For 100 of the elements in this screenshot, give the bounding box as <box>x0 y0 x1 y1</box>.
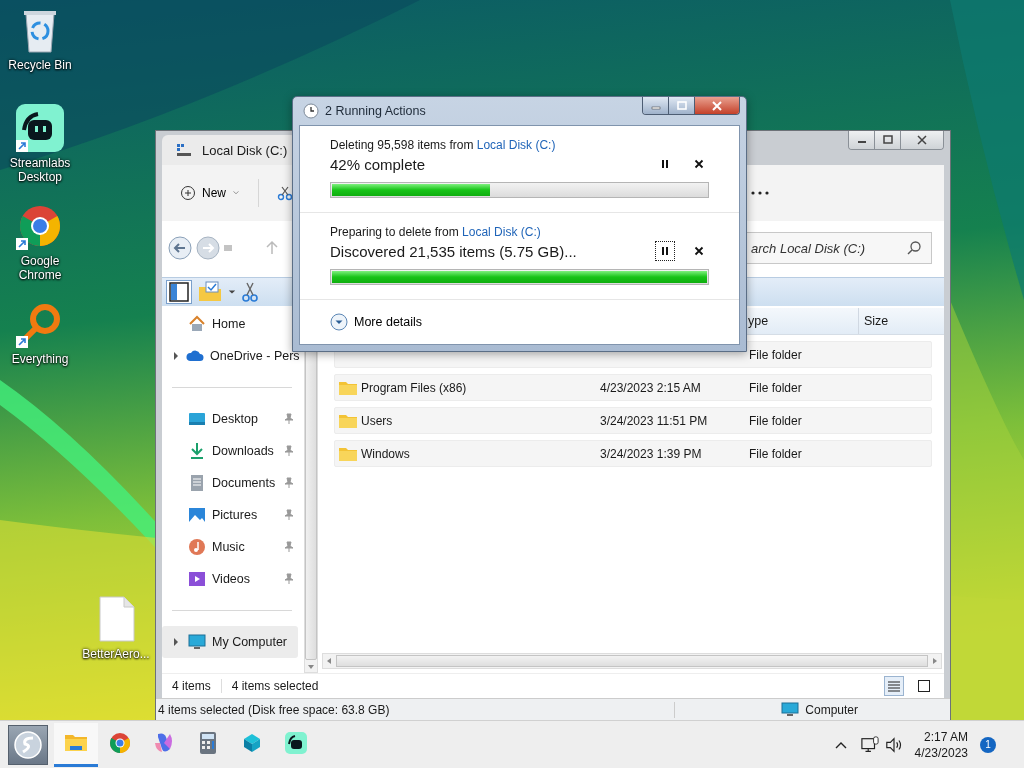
browser-icon[interactable] <box>108 731 132 755</box>
scroll-down-icon[interactable] <box>307 664 315 670</box>
image-icon <box>188 506 206 524</box>
file-type: File folder <box>749 446 802 461</box>
monitor-icon <box>781 700 800 719</box>
search-field[interactable]: arch Local Disk (C:) <box>746 232 932 264</box>
network-icon[interactable] <box>860 735 879 754</box>
pin-icon[interactable] <box>283 477 295 489</box>
progress-caption: Preparing to delete from Local Disk (C:) <box>330 225 542 239</box>
scissors-icon[interactable] <box>277 185 293 201</box>
sidebar-item[interactable]: Desktop <box>162 403 298 435</box>
status-location: Computer <box>805 702 858 717</box>
maximize-button[interactable] <box>669 97 695 114</box>
clock-date[interactable]: 4/23/2023 <box>914 744 968 761</box>
pin-icon[interactable] <box>283 445 295 457</box>
sidebar-item[interactable]: My Computer <box>162 626 298 658</box>
sidebar-item[interactable]: Downloads <box>162 435 298 467</box>
folder-check-icon[interactable] <box>198 281 222 303</box>
music-note-icon <box>188 538 206 556</box>
pin-icon[interactable] <box>283 541 295 553</box>
shortcut-arrow-icon <box>16 140 28 152</box>
icon-label: Streamlabs Desktop <box>8 156 72 184</box>
item-count: 4 items <box>172 679 211 693</box>
new-button[interactable]: New <box>176 181 244 205</box>
video-icon <box>188 570 206 588</box>
drive-icon <box>176 142 192 158</box>
pin-icon[interactable] <box>283 509 295 521</box>
scroll-right-icon[interactable] <box>932 657 938 665</box>
plus-icon <box>180 185 196 201</box>
sidebar-item[interactable]: Pictures <box>162 499 298 531</box>
expand-circle-icon <box>330 313 348 331</box>
notification-badge[interactable]: 1 <box>980 736 996 753</box>
progress-caption: Deleting 95,598 items from Local Disk (C:) <box>330 138 557 152</box>
status-text: 4 items selected (Disk free space: 63.8 GB) <box>158 702 390 717</box>
list-lines-icon <box>887 679 901 693</box>
expand-arrow-icon[interactable] <box>172 638 180 646</box>
selection-count: 4 items selected <box>231 679 319 693</box>
icon-label: Recycle Bin <box>8 58 72 72</box>
sidebar-item[interactable]: Music <box>162 531 298 563</box>
date-modified: 4/23/2023 2:15 AM <box>600 380 701 395</box>
pause-button[interactable] <box>655 241 675 261</box>
start-logo-icon <box>13 729 43 760</box>
shortcut-arrow-icon <box>16 238 28 250</box>
close-button[interactable] <box>695 97 739 114</box>
scissors-icon[interactable] <box>242 281 258 303</box>
close-icon <box>694 159 704 169</box>
close-icon <box>711 100 723 111</box>
screen-icon <box>188 410 206 428</box>
pause-icon <box>660 246 670 256</box>
shortcut-arrow-icon <box>16 336 28 348</box>
chevron-up-icon[interactable] <box>834 740 847 749</box>
minimize-button[interactable] <box>643 97 669 114</box>
caret-icon <box>232 189 240 197</box>
scroll-left-icon[interactable] <box>326 657 332 665</box>
document-icon <box>188 474 206 492</box>
expand-arrow-icon[interactable] <box>172 352 180 360</box>
more-details-button[interactable]: More details <box>330 313 423 331</box>
column-header[interactable]: Size <box>858 308 944 334</box>
sidebar-item[interactable]: OneDrive - Pers <box>162 340 298 372</box>
search-icon[interactable] <box>906 240 922 256</box>
window-title: 2 Running Actions <box>325 104 426 118</box>
download-arrow-icon <box>188 442 206 460</box>
house-icon <box>188 315 206 333</box>
pane-icon[interactable] <box>166 280 192 304</box>
file-type: File folder <box>749 413 802 428</box>
file-row[interactable]: Windows 3/24/2023 1:39 PM File folder <box>334 440 932 467</box>
maximize-icon <box>881 135 894 145</box>
start-button[interactable] <box>8 724 48 765</box>
location-link[interactable]: Local Disk (C:) <box>462 225 541 239</box>
file-name: Windows <box>361 446 410 461</box>
pin-icon[interactable] <box>283 413 295 425</box>
sidebar-item[interactable]: Videos <box>162 563 298 595</box>
icon-label: Google Chrome <box>17 254 63 282</box>
robot-logo-icon[interactable] <box>16 104 64 152</box>
square-icon <box>917 679 931 693</box>
file-row[interactable]: Users 3/24/2023 11:51 PM File folder <box>334 407 932 434</box>
progress-status: Discovered 21,535 items (5.75 GB)... <box>330 242 577 260</box>
scrollbar[interactable] <box>322 653 942 669</box>
more-icon[interactable] <box>750 190 770 196</box>
folder-icon <box>339 413 357 428</box>
icon-label: BetterAero... <box>82 647 150 661</box>
file-row[interactable]: Program Files (x86) 4/23/2023 2:15 AM File folder <box>334 374 932 401</box>
details-view-button[interactable] <box>884 676 904 696</box>
location-link[interactable]: Local Disk (C:) <box>476 138 556 152</box>
close-icon <box>694 246 704 256</box>
file-name: Program Files (x86) <box>361 380 467 395</box>
back-button[interactable] <box>168 236 192 260</box>
date-modified: 3/24/2023 11:51 PM <box>600 413 708 428</box>
clock-icon <box>303 103 319 119</box>
file-name: Users <box>361 413 393 428</box>
caret-icon[interactable] <box>228 288 236 296</box>
monitor-icon <box>188 633 206 651</box>
sidebar-item[interactable]: Documents <box>162 467 298 499</box>
pin-icon[interactable] <box>283 573 295 585</box>
clock-time[interactable]: 2:17 AM <box>923 728 968 745</box>
pause-icon <box>660 159 670 169</box>
close-icon <box>916 135 928 145</box>
speaker-icon[interactable] <box>884 735 903 754</box>
robot-logo-icon[interactable] <box>284 731 308 755</box>
scroll-thumb[interactable] <box>336 655 928 667</box>
